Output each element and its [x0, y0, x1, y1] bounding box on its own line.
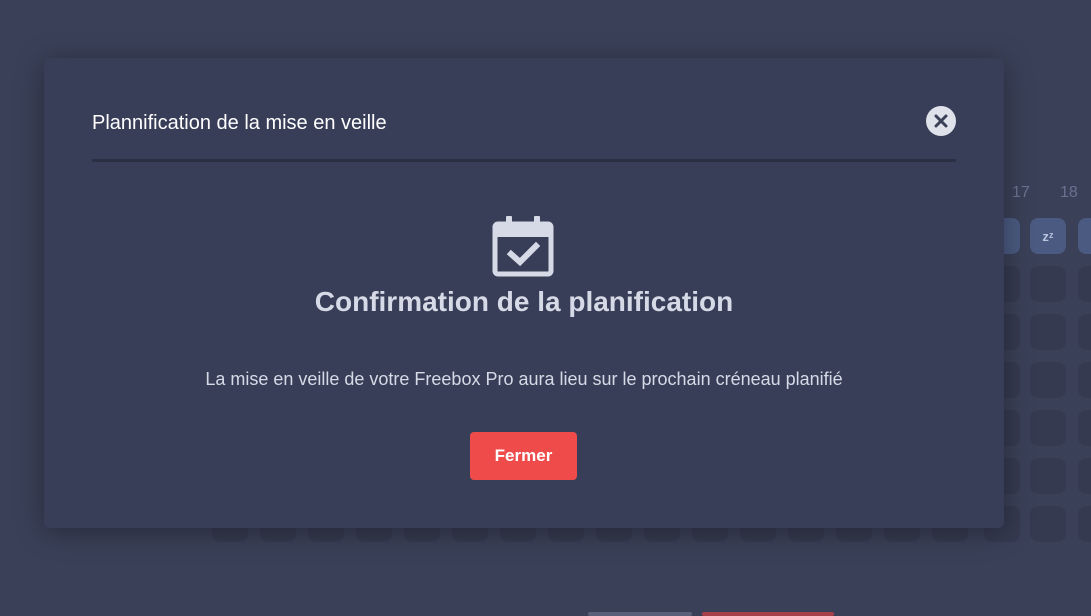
- confirmation-heading: Confirmation de la planification: [314, 286, 734, 317]
- fermer-button[interactable]: Fermer: [470, 432, 577, 480]
- confirmation-message: La mise en veille de votre Freebox Pro a…: [205, 369, 843, 389]
- schedule-cell[interactable]: [1030, 314, 1066, 350]
- schedule-cell[interactable]: [1078, 506, 1091, 542]
- schedule-cell[interactable]: [1030, 266, 1066, 302]
- modal-header: Plannification de la mise en veille: [92, 104, 956, 162]
- schedule-cell[interactable]: [1078, 410, 1091, 446]
- modal-title: Plannification de la mise en veille: [92, 112, 387, 134]
- close-button[interactable]: [926, 106, 956, 136]
- background-button[interactable]: [588, 612, 692, 616]
- close-icon: [934, 114, 948, 128]
- sleep-indicator: zᶻ: [1042, 228, 1054, 244]
- schedule-cell[interactable]: [1030, 506, 1066, 542]
- schedule-cell[interactable]: [1030, 362, 1066, 398]
- schedule-cell[interactable]: [1078, 458, 1091, 494]
- calendar-check-icon: [492, 216, 554, 277]
- confirmation-modal: Plannification de la mise en veille Conf…: [44, 58, 1004, 528]
- schedule-cell[interactable]: [1030, 410, 1066, 446]
- schedule-cell[interactable]: [1078, 362, 1091, 398]
- schedule-cell[interactable]: [1078, 218, 1091, 254]
- schedule-cell[interactable]: zᶻ: [1030, 218, 1066, 254]
- hour-label: 18: [1060, 184, 1078, 201]
- background-button[interactable]: [702, 612, 834, 616]
- schedule-cell[interactable]: [1078, 314, 1091, 350]
- schedule-cell[interactable]: [1030, 458, 1066, 494]
- schedule-cell[interactable]: [1078, 266, 1091, 302]
- hour-label: 17: [1012, 184, 1030, 201]
